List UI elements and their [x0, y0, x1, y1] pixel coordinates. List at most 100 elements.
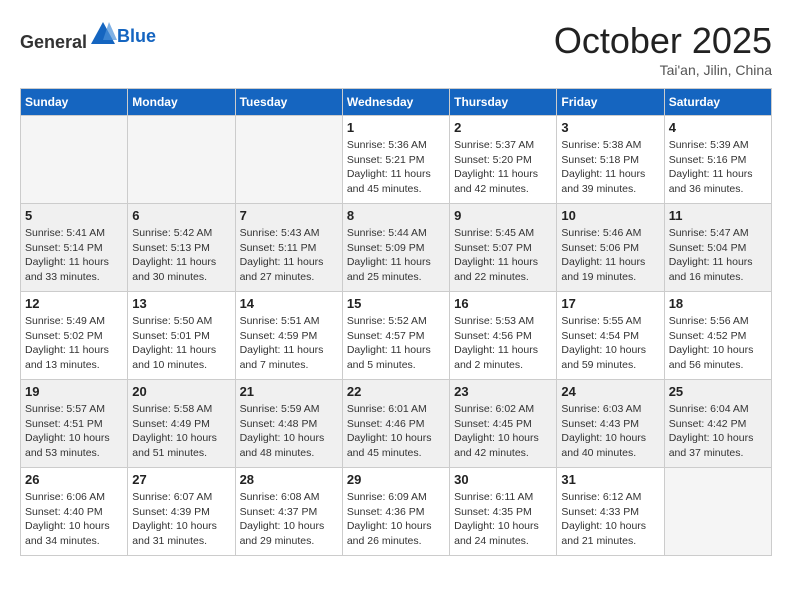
- calendar-header-monday: Monday: [128, 89, 235, 116]
- calendar-cell: 21 Sunrise: 5:59 AM Sunset: 4:48 PM Dayli…: [235, 380, 342, 468]
- day-info: Sunrise: 5:37 AM Sunset: 5:20 PM Dayligh…: [454, 138, 552, 197]
- calendar-cell: 10 Sunrise: 5:46 AM Sunset: 5:06 PM Dayli…: [557, 204, 664, 292]
- day-info: Sunrise: 6:02 AM Sunset: 4:45 PM Dayligh…: [454, 402, 552, 461]
- day-info: Sunrise: 6:08 AM Sunset: 4:37 PM Dayligh…: [240, 490, 338, 549]
- calendar-cell: 8 Sunrise: 5:44 AM Sunset: 5:09 PM Daylig…: [342, 204, 449, 292]
- day-number: 15: [347, 296, 445, 311]
- calendar-cell: 19 Sunrise: 5:57 AM Sunset: 4:51 PM Dayli…: [21, 380, 128, 468]
- calendar-cell: [235, 116, 342, 204]
- day-number: 24: [561, 384, 659, 399]
- month-title: October 2025: [554, 20, 772, 62]
- calendar-cell: 15Sunrise: 5:52 AM Sunset: 4:57 PM Dayli…: [342, 292, 449, 380]
- calendar-cell: [128, 116, 235, 204]
- day-info: Sunrise: 5:50 AM Sunset: 5:01 PM Dayligh…: [132, 314, 230, 373]
- calendar-header-thursday: Thursday: [450, 89, 557, 116]
- day-number: 14: [240, 296, 338, 311]
- day-info: Sunrise: 5:45 AM Sunset: 5:07 PM Dayligh…: [454, 226, 552, 285]
- day-number: 23: [454, 384, 552, 399]
- day-number: 2: [454, 120, 552, 135]
- calendar-cell: 25 Sunrise: 6:04 AM Sunset: 4:42 PM Dayli…: [664, 380, 771, 468]
- day-number: 11: [669, 208, 767, 223]
- day-info: Sunrise: 6:01 AM Sunset: 4:46 PM Dayligh…: [347, 402, 445, 461]
- day-info: Sunrise: 6:04 AM Sunset: 4:42 PM Dayligh…: [669, 402, 767, 461]
- logo-blue: Blue: [117, 26, 156, 47]
- calendar-header-row: SundayMondayTuesdayWednesdayThursdayFrid…: [21, 89, 772, 116]
- day-info: Sunrise: 5:56 AM Sunset: 4:52 PM Dayligh…: [669, 314, 767, 373]
- day-number: 12: [25, 296, 123, 311]
- calendar-header-wednesday: Wednesday: [342, 89, 449, 116]
- day-number: 19: [25, 384, 123, 399]
- calendar-week-row: 12 Sunrise: 5:49 AM Sunset: 5:02 PM Dayli…: [21, 292, 772, 380]
- logo-icon: [89, 20, 117, 48]
- calendar-cell: 20Sunrise: 5:58 AM Sunset: 4:49 PM Dayli…: [128, 380, 235, 468]
- calendar-week-row: 19 Sunrise: 5:57 AM Sunset: 4:51 PM Dayli…: [21, 380, 772, 468]
- day-number: 25: [669, 384, 767, 399]
- calendar-cell: 24 Sunrise: 6:03 AM Sunset: 4:43 PM Dayli…: [557, 380, 664, 468]
- day-info: Sunrise: 5:42 AM Sunset: 5:13 PM Dayligh…: [132, 226, 230, 285]
- day-number: 6: [132, 208, 230, 223]
- day-info: Sunrise: 6:09 AM Sunset: 4:36 PM Dayligh…: [347, 490, 445, 549]
- day-info: Sunrise: 5:36 AM Sunset: 5:21 PM Dayligh…: [347, 138, 445, 197]
- day-number: 10: [561, 208, 659, 223]
- day-info: Sunrise: 5:49 AM Sunset: 5:02 PM Dayligh…: [25, 314, 123, 373]
- day-info: Sunrise: 5:57 AM Sunset: 4:51 PM Dayligh…: [25, 402, 123, 461]
- calendar-cell: 30 Sunrise: 6:11 AM Sunset: 4:35 PM Dayli…: [450, 468, 557, 556]
- calendar-week-row: 5 Sunrise: 5:41 AM Sunset: 5:14 PM Daylig…: [21, 204, 772, 292]
- day-info: Sunrise: 6:11 AM Sunset: 4:35 PM Dayligh…: [454, 490, 552, 549]
- day-number: 7: [240, 208, 338, 223]
- day-number: 27: [132, 472, 230, 487]
- logo-general: General: [20, 32, 87, 52]
- day-number: 3: [561, 120, 659, 135]
- day-number: 26: [25, 472, 123, 487]
- day-number: 17: [561, 296, 659, 311]
- day-number: 21: [240, 384, 338, 399]
- calendar-header-saturday: Saturday: [664, 89, 771, 116]
- day-info: Sunrise: 5:46 AM Sunset: 5:06 PM Dayligh…: [561, 226, 659, 285]
- calendar-table: SundayMondayTuesdayWednesdayThursdayFrid…: [20, 88, 772, 556]
- day-number: 8: [347, 208, 445, 223]
- calendar-cell: 27Sunrise: 6:07 AM Sunset: 4:39 PM Dayli…: [128, 468, 235, 556]
- calendar-header-tuesday: Tuesday: [235, 89, 342, 116]
- calendar-week-row: 26 Sunrise: 6:06 AM Sunset: 4:40 PM Dayli…: [21, 468, 772, 556]
- calendar-cell: 3 Sunrise: 5:38 AM Sunset: 5:18 PM Daylig…: [557, 116, 664, 204]
- day-number: 18: [669, 296, 767, 311]
- day-number: 31: [561, 472, 659, 487]
- day-info: Sunrise: 5:44 AM Sunset: 5:09 PM Dayligh…: [347, 226, 445, 285]
- calendar-cell: 5 Sunrise: 5:41 AM Sunset: 5:14 PM Daylig…: [21, 204, 128, 292]
- day-info: Sunrise: 5:39 AM Sunset: 5:16 PM Dayligh…: [669, 138, 767, 197]
- calendar-cell: 22 Sunrise: 6:01 AM Sunset: 4:46 PM Dayli…: [342, 380, 449, 468]
- day-info: Sunrise: 5:41 AM Sunset: 5:14 PM Dayligh…: [25, 226, 123, 285]
- day-info: Sunrise: 5:59 AM Sunset: 4:48 PM Dayligh…: [240, 402, 338, 461]
- day-info: Sunrise: 5:38 AM Sunset: 5:18 PM Dayligh…: [561, 138, 659, 197]
- location-subtitle: Tai'an, Jilin, China: [554, 62, 772, 78]
- day-number: 28: [240, 472, 338, 487]
- calendar-cell: [21, 116, 128, 204]
- day-number: 22: [347, 384, 445, 399]
- day-info: Sunrise: 6:03 AM Sunset: 4:43 PM Dayligh…: [561, 402, 659, 461]
- calendar-cell: 26 Sunrise: 6:06 AM Sunset: 4:40 PM Dayli…: [21, 468, 128, 556]
- page-header: General Blue October 2025 Tai'an, Jilin,…: [20, 20, 772, 78]
- day-info: Sunrise: 6:06 AM Sunset: 4:40 PM Dayligh…: [25, 490, 123, 549]
- day-number: 9: [454, 208, 552, 223]
- calendar-header-friday: Friday: [557, 89, 664, 116]
- calendar-cell: [664, 468, 771, 556]
- day-number: 20: [132, 384, 230, 399]
- calendar-cell: 6 Sunrise: 5:42 AM Sunset: 5:13 PM Daylig…: [128, 204, 235, 292]
- calendar-cell: 2 Sunrise: 5:37 AM Sunset: 5:20 PM Daylig…: [450, 116, 557, 204]
- title-block: October 2025 Tai'an, Jilin, China: [554, 20, 772, 78]
- day-number: 4: [669, 120, 767, 135]
- day-info: Sunrise: 5:55 AM Sunset: 4:54 PM Dayligh…: [561, 314, 659, 373]
- calendar-cell: 18 Sunrise: 5:56 AM Sunset: 4:52 PM Dayli…: [664, 292, 771, 380]
- day-info: Sunrise: 5:51 AM Sunset: 4:59 PM Dayligh…: [240, 314, 338, 373]
- calendar-week-row: 1 Sunrise: 5:36 AM Sunset: 5:21 PM Daylig…: [21, 116, 772, 204]
- day-number: 30: [454, 472, 552, 487]
- day-info: Sunrise: 5:53 AM Sunset: 4:56 PM Dayligh…: [454, 314, 552, 373]
- calendar-cell: 28 Sunrise: 6:08 AM Sunset: 4:37 PM Dayli…: [235, 468, 342, 556]
- day-number: 16: [454, 296, 552, 311]
- day-info: Sunrise: 5:47 AM Sunset: 5:04 PM Dayligh…: [669, 226, 767, 285]
- day-number: 13: [132, 296, 230, 311]
- day-number: 1: [347, 120, 445, 135]
- calendar-cell: 16 Sunrise: 5:53 AM Sunset: 4:56 PM Dayli…: [450, 292, 557, 380]
- calendar-cell: 7Sunrise: 5:43 AM Sunset: 5:11 PM Daylig…: [235, 204, 342, 292]
- day-number: 5: [25, 208, 123, 223]
